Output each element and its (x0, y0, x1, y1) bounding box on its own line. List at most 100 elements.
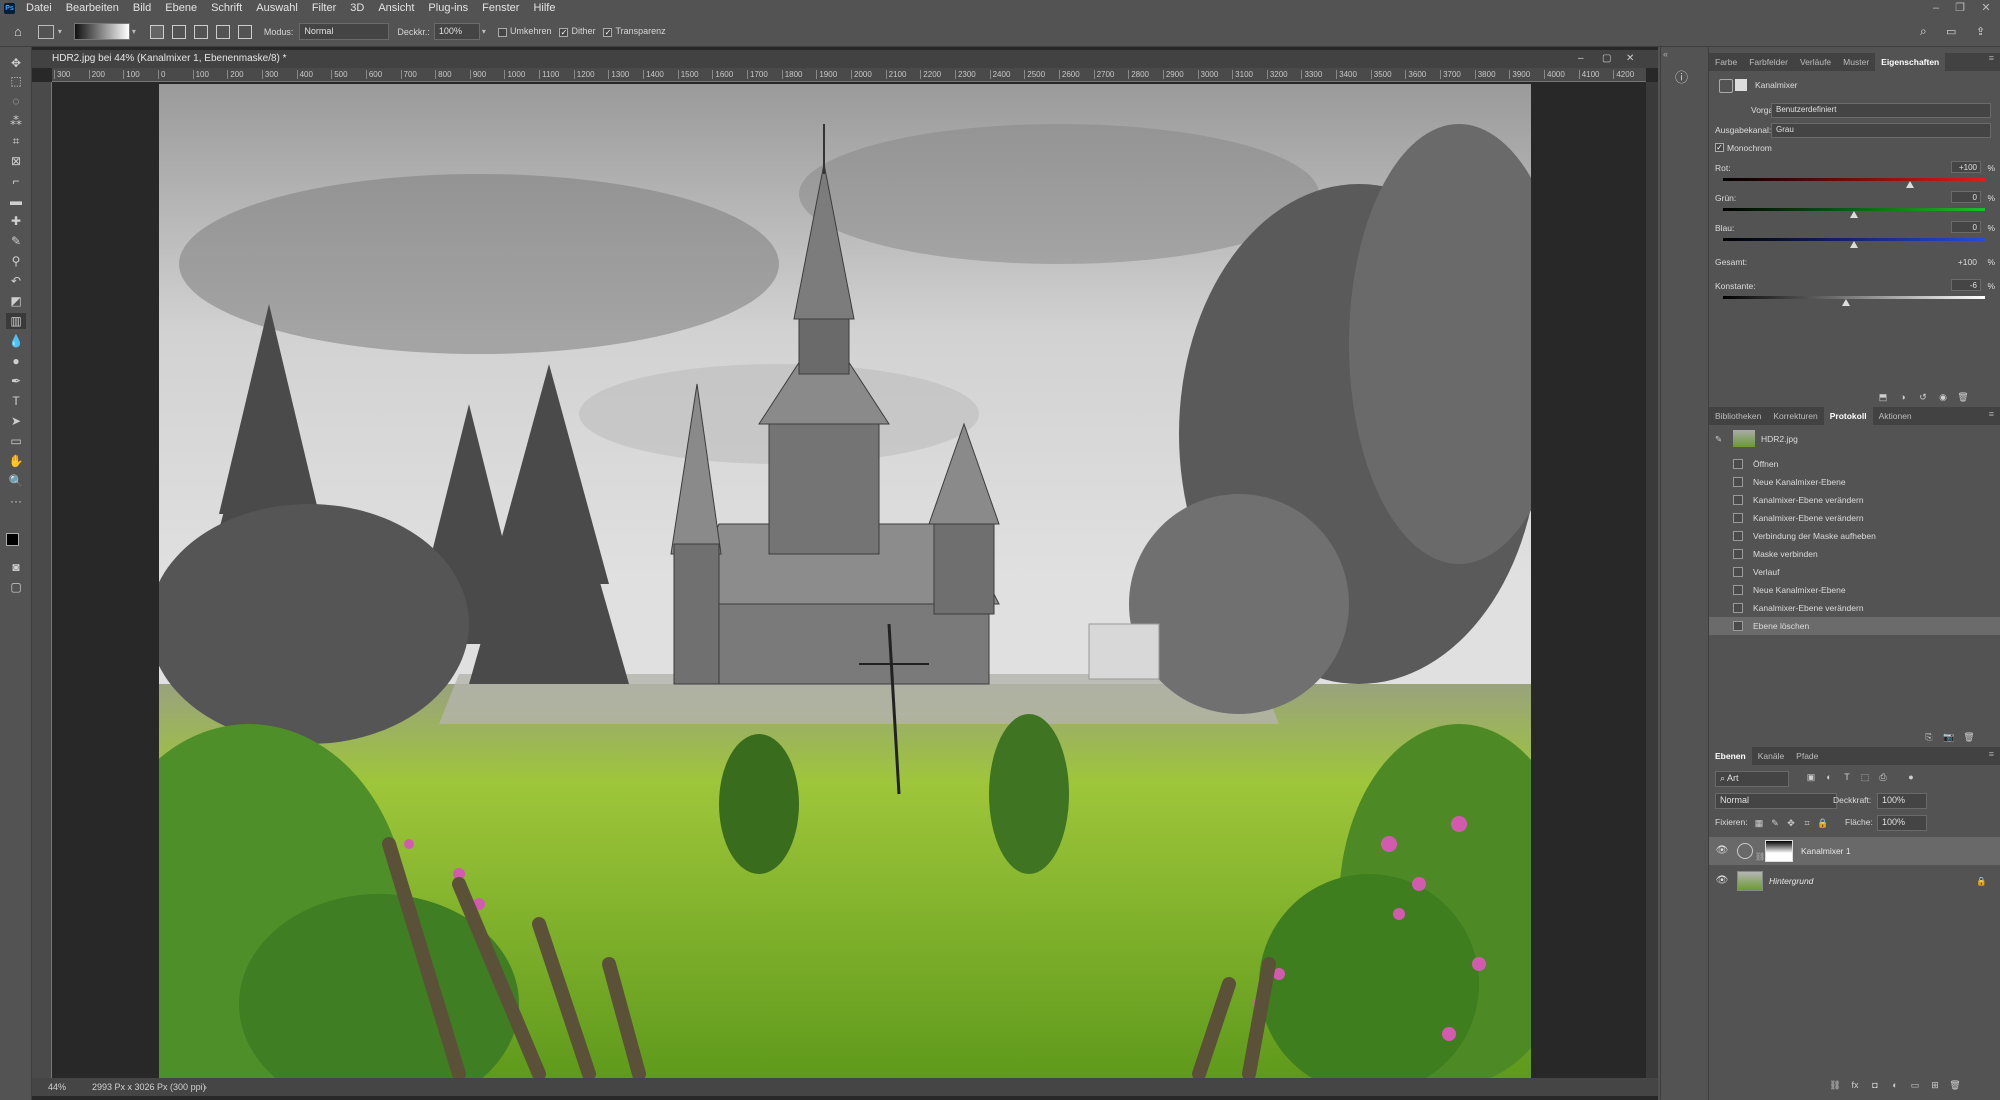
gruen-slider-thumb[interactable] (1850, 211, 1858, 218)
radial-gradient-icon[interactable] (171, 24, 186, 39)
history-brush-icon[interactable]: ↶ (6, 273, 26, 289)
zoom-tool-icon[interactable]: 🔍 (6, 473, 26, 489)
history-item[interactable]: Öffnen (1709, 455, 2000, 473)
layer-row-kanalmixer[interactable]: 👁 ⛓ Kanalmixer 1 (1709, 837, 2000, 865)
screen-mode-icon[interactable]: ▢ (6, 579, 26, 595)
tab-farbfelder[interactable]: Farbfelder (1743, 53, 1794, 71)
filter-shape-icon[interactable]: ⬚ (1859, 771, 1871, 783)
doc-close-icon[interactable]: ✕ (1626, 50, 1634, 68)
add-mask-icon[interactable]: ◘ (1869, 1079, 1881, 1091)
menu-auswahl[interactable]: Auswahl (249, 0, 305, 17)
gradient-chevron-icon[interactable]: ▾ (132, 27, 136, 36)
hand-tool-icon[interactable]: ✋ (6, 453, 26, 469)
history-item[interactable]: Verbindung der Maske aufheben (1709, 527, 2000, 545)
rectangle-tool-icon[interactable]: ▭ (6, 433, 26, 449)
layers-menu-icon[interactable]: ≡ (1989, 749, 1994, 759)
umkehren-checkbox[interactable]: Umkehren (497, 26, 551, 37)
umkehren-check-icon[interactable] (497, 27, 507, 37)
view-previous-icon[interactable]: ◑ (1897, 391, 1909, 403)
blau-value[interactable]: 0 (1951, 221, 1981, 233)
doc-restore-icon[interactable]: ▢ (1602, 50, 1611, 68)
rot-slider[interactable] (1723, 178, 1985, 181)
mask-icon[interactable] (1735, 79, 1747, 91)
lasso-tool-icon[interactable]: ◌ (6, 93, 26, 109)
dodge-tool-icon[interactable]: ● (6, 353, 26, 369)
search-icon[interactable]: ⌕ (1920, 24, 1927, 39)
diamond-gradient-icon[interactable] (237, 24, 252, 39)
path-select-icon[interactable]: ➤ (6, 413, 26, 429)
gruen-value[interactable]: 0 (1951, 191, 1981, 203)
menu-ebene[interactable]: Ebene (158, 0, 204, 17)
history-snapshot[interactable]: ✎ HDR2.jpg (1709, 427, 2000, 451)
frame-tool-icon[interactable]: ⊠ (6, 153, 26, 169)
canvas-area[interactable] (52, 82, 1646, 1078)
reflected-gradient-icon[interactable] (215, 24, 230, 39)
filter-type-icon[interactable]: T (1841, 771, 1853, 783)
lock-image-icon[interactable]: ✎ (1769, 817, 1781, 829)
history-item[interactable]: Kanalmixer-Ebene verändern (1709, 509, 2000, 527)
layer-name[interactable]: Hintergrund (1769, 867, 1813, 895)
menu-ansicht[interactable]: Ansicht (371, 0, 421, 17)
workspace-icon[interactable]: ▭ (1946, 25, 1956, 38)
history-item[interactable]: Neue Kanalmixer-Ebene (1709, 473, 2000, 491)
new-snapshot-icon[interactable]: 📷 (1943, 731, 1955, 743)
clone-stamp-icon[interactable]: ⚲ (6, 253, 26, 269)
layer-mask-thumbnail[interactable] (1765, 840, 1793, 862)
menu-fenster[interactable]: Fenster (475, 0, 526, 17)
menu-bild[interactable]: Bild (126, 0, 158, 17)
layer-visibility-eye-icon[interactable]: 👁 (1715, 867, 1729, 895)
home-icon[interactable]: ⌂ (14, 24, 22, 39)
tab-protokoll[interactable]: Protokoll (1823, 407, 1873, 425)
lock-position-icon[interactable]: ✥ (1785, 817, 1797, 829)
angle-gradient-icon[interactable] (193, 24, 208, 39)
photoshop-logo-icon[interactable]: Ps (4, 3, 15, 14)
tab-bibliotheken[interactable]: Bibliotheken (1709, 407, 1767, 425)
minimize-icon[interactable]: – (1924, 0, 1948, 17)
eraser-tool-icon[interactable]: ◩ (6, 293, 26, 309)
marquee-tool-icon[interactable]: ⬚ (6, 73, 26, 89)
tab-korrekturen[interactable]: Korrekturen (1767, 407, 1823, 425)
crop-tool-icon[interactable]: ⌗ (6, 133, 26, 149)
status-chevron-icon[interactable]: › (204, 1078, 207, 1096)
filter-pixel-icon[interactable]: ▣ (1805, 771, 1817, 783)
tab-farbe[interactable]: Farbe (1709, 53, 1743, 71)
move-tool-icon[interactable]: ✥ (6, 55, 26, 71)
new-document-from-state-icon[interactable]: ⎘ (1923, 731, 1935, 743)
history-item[interactable]: Verlauf (1709, 563, 2000, 581)
collapse-arrows-icon[interactable]: « (1663, 49, 1668, 59)
layer-style-icon[interactable]: fx (1849, 1079, 1861, 1091)
tab-ebenen[interactable]: Ebenen (1709, 747, 1752, 765)
monochrom-check-icon[interactable]: ✓ (1715, 143, 1724, 152)
history-menu-icon[interactable]: ≡ (1989, 409, 1994, 419)
tab-pfade[interactable]: Pfade (1790, 747, 1824, 765)
brush-tool-icon[interactable]: ✎ (6, 233, 26, 249)
snapshot-brush-icon[interactable]: ✎ (1715, 427, 1722, 451)
lock-all-icon[interactable]: 🔒 (1817, 817, 1829, 829)
delete-state-icon[interactable]: 🗑 (1963, 731, 1975, 743)
new-layer-icon[interactable]: ⊞ (1929, 1079, 1941, 1091)
layer-lock-icon[interactable]: 🔒 (1976, 867, 1987, 895)
restore-icon[interactable]: ❐ (1948, 0, 1972, 17)
menu-bearbeiten[interactable]: Bearbeiten (59, 0, 126, 17)
filter-toggle-icon[interactable]: ● (1905, 771, 1917, 783)
pen-tool-icon[interactable]: ✒ (6, 373, 26, 389)
share-icon[interactable]: ⇪ (1976, 25, 1985, 38)
dither-checkbox[interactable]: ✓ Dither (559, 26, 595, 37)
ruler-tool-icon[interactable]: ▬ (6, 193, 26, 209)
menu-filter[interactable]: Filter (305, 0, 343, 17)
delete-layer-icon[interactable]: 🗑 (1949, 1079, 1961, 1091)
new-adjustment-layer-icon[interactable]: ◐ (1889, 1079, 1901, 1091)
menu-hilfe[interactable]: Hilfe (526, 0, 562, 17)
konstante-slider[interactable] (1723, 296, 1985, 299)
gradient-tool-icon[interactable]: ▥ (6, 313, 26, 329)
eyedropper-tool-icon[interactable]: ⌐ (6, 173, 26, 189)
properties-menu-icon[interactable]: ≡ (1989, 53, 1994, 63)
link-layers-icon[interactable]: ⛓ (1829, 1079, 1841, 1091)
deckkr-chevron-icon[interactable]: ▾ (482, 27, 486, 36)
layer-row-hintergrund[interactable]: 👁 Hintergrund 🔒 (1709, 867, 2000, 895)
magic-wand-tool-icon[interactable]: ⁂ (6, 113, 26, 129)
blau-slider-thumb[interactable] (1850, 241, 1858, 248)
deckkraft-input[interactable]: 100% (1877, 793, 1927, 809)
rot-slider-thumb[interactable] (1906, 181, 1914, 188)
new-group-icon[interactable]: ▭ (1909, 1079, 1921, 1091)
